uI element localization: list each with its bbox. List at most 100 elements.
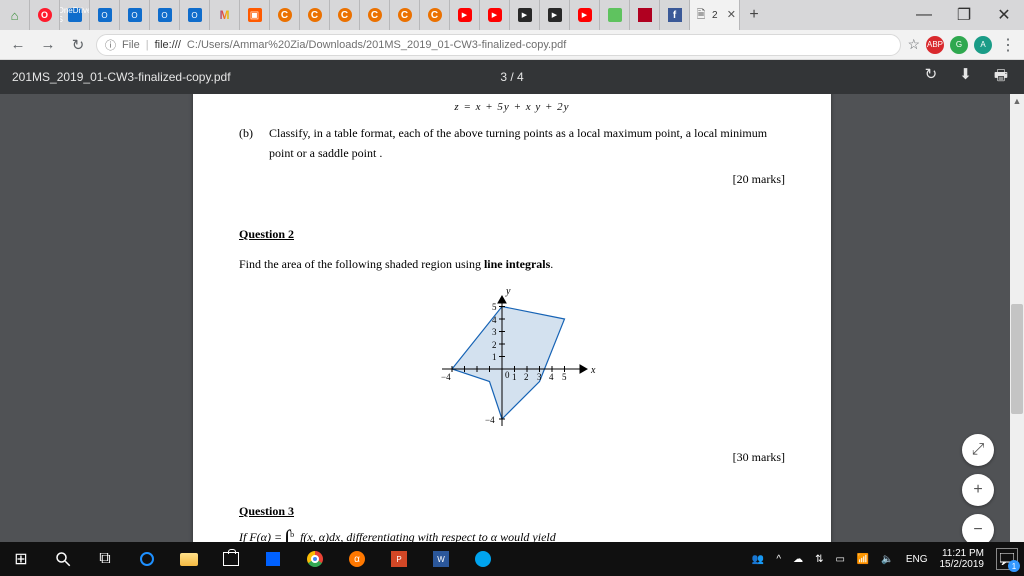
browser-nav-bar: ← → ↻ ⓘ File | file:///C:/Users/Ammar%20… xyxy=(0,30,1024,60)
address-bar[interactable]: ⓘ File | file:///C:/Users/Ammar%20Zia/Do… xyxy=(96,34,901,56)
tab-home[interactable]: ⌂ xyxy=(0,0,30,30)
tab-misc-green[interactable] xyxy=(600,0,630,30)
svg-text:3: 3 xyxy=(537,372,542,382)
q2-text-a: Find the area of the following shaded re… xyxy=(239,257,484,271)
pdf-download-button[interactable]: ⬇ xyxy=(959,65,972,90)
tab-reddit[interactable]: ▣ xyxy=(240,0,270,30)
tab-close-icon[interactable]: ✕ xyxy=(727,8,736,21)
tab-chegg-4[interactable]: C xyxy=(360,0,390,30)
tray-overflow-button[interactable]: ^ xyxy=(776,554,781,565)
onedrive-icon: O xyxy=(188,8,202,22)
tab-onedrive-e[interactable]: O xyxy=(90,0,120,30)
pdf-print-button[interactable]: 🖶 xyxy=(994,65,1008,90)
new-tab-button[interactable]: + xyxy=(740,0,768,30)
svg-text:4: 4 xyxy=(492,315,497,325)
tab-gmail[interactable]: M xyxy=(210,0,240,30)
window-close-button[interactable]: ✕ xyxy=(984,0,1024,30)
taskbar-pin-dropbox[interactable] xyxy=(252,542,294,576)
tab-chegg-5[interactable]: C xyxy=(420,0,450,30)
tab-facebook[interactable]: f xyxy=(660,0,690,30)
taskbar-pin-powerpoint[interactable]: P xyxy=(378,542,420,576)
tab-chegg-2[interactable]: C xyxy=(300,0,330,30)
tab-youtube-2[interactable]: ▶ xyxy=(480,0,510,30)
edge-icon xyxy=(140,552,154,566)
taskbar-pin-word[interactable]: W xyxy=(420,542,462,576)
window-maximize-button[interactable]: ❐ xyxy=(944,0,984,30)
youtube-icon: ▶ xyxy=(578,8,592,22)
tab-youtube-3[interactable]: ▶ xyxy=(570,0,600,30)
nav-back-button[interactable]: ← xyxy=(6,33,30,57)
tab-darkyt-1[interactable]: ▶ xyxy=(540,0,570,30)
tray-people-icon[interactable]: 👥 xyxy=(752,554,764,565)
tab-active-pdf[interactable]: 🗎 2 ✕ xyxy=(690,0,740,30)
pdf-filename: 201MS_2019_01-CW3-finalized-copy.pdf xyxy=(12,70,231,84)
task-view-button[interactable]: ⧉ xyxy=(84,542,126,576)
start-button[interactable]: ⊞ xyxy=(0,542,42,576)
svg-text:−4: −4 xyxy=(441,372,451,382)
tab-chegg-1[interactable]: C xyxy=(270,0,300,30)
pdf-fit-button[interactable]: ⤢ xyxy=(962,434,994,466)
pdf-rotate-button[interactable]: ↻ xyxy=(925,65,938,90)
pdf-viewport: z = x + 5y + x y + 2y (b) Classify, in a… xyxy=(0,94,1024,576)
svg-text:1: 1 xyxy=(492,352,497,362)
svg-text:2: 2 xyxy=(492,340,497,350)
word-icon: W xyxy=(433,551,449,567)
dropbox-icon xyxy=(266,552,280,566)
taskbar-pin-explorer[interactable] xyxy=(168,542,210,576)
profile-avatar-icon[interactable]: A xyxy=(974,36,992,54)
tab-onedrive-e2[interactable]: O xyxy=(180,0,210,30)
tab-opera[interactable]: O xyxy=(30,0,60,30)
site-info-icon[interactable]: ⓘ xyxy=(105,37,116,53)
chegg-icon: C xyxy=(278,8,292,22)
tab-onedrive-s2[interactable]: O xyxy=(150,0,180,30)
browser-menu-button[interactable]: ⋮ xyxy=(998,35,1018,55)
taskbar-clock[interactable]: 11:21 PM 15/2/2019 xyxy=(940,548,985,570)
tray-battery-icon[interactable]: ▭ xyxy=(835,554,844,565)
svg-text:0: 0 xyxy=(505,370,510,380)
chegg-icon: C xyxy=(398,8,412,22)
tray-wifi-icon[interactable]: 📶 xyxy=(857,554,869,565)
pdf-scroll-thumb[interactable] xyxy=(1011,304,1023,414)
nav-forward-button[interactable]: → xyxy=(36,33,60,57)
extension-grammarly-icon[interactable]: G xyxy=(950,36,968,54)
nav-reload-button[interactable]: ↻ xyxy=(66,33,90,57)
tray-volume-icon[interactable]: 🔈 xyxy=(881,554,893,565)
taskbar-search-button[interactable] xyxy=(42,542,84,576)
browser-tab-strip: ⌂ O OneDrive S O O O O M ▣ C C C C C C ▶… xyxy=(0,0,1024,30)
part-b-text: Classify, in a table format, each of the… xyxy=(269,123,785,164)
svg-text:4: 4 xyxy=(549,372,554,382)
taskbar-pin-avast[interactable]: α xyxy=(336,542,378,576)
action-center-button[interactable]: 1 xyxy=(996,548,1018,570)
tab-chegg-3[interactable]: C xyxy=(330,0,360,30)
tray-dropbox-icon[interactable]: ⇅ xyxy=(815,554,823,565)
pdf-page-indicator[interactable]: 3 / 4 xyxy=(500,70,523,84)
svg-text:x: x xyxy=(590,365,596,376)
taskbar-pin-store[interactable] xyxy=(210,542,252,576)
tab-misc-flag[interactable] xyxy=(630,0,660,30)
tray-onedrive-icon[interactable]: ☁ xyxy=(793,554,803,565)
tray-language-indicator[interactable]: ENG xyxy=(906,554,928,565)
tab-onedrive-s[interactable]: OneDrive S xyxy=(60,0,90,30)
svg-text:y: y xyxy=(505,286,511,297)
shaded-region-figure: y x 5 4 3 2 1 0 1 2 3 xyxy=(239,281,785,441)
tab-onedrive-1[interactable]: O xyxy=(120,0,150,30)
taskbar-pin-edge[interactable] xyxy=(126,542,168,576)
taskbar-pin-copilot[interactable] xyxy=(462,542,504,576)
window-minimize-button[interactable]: — xyxy=(904,0,944,30)
pdf-toolbar: 201MS_2019_01-CW3-finalized-copy.pdf 3 /… xyxy=(0,60,1024,94)
system-tray: 👥 ^ ☁ ⇅ ▭ 📶 🔈 ENG 11:21 PM 15/2/2019 1 xyxy=(752,548,1024,570)
extension-abp-icon[interactable]: ABP xyxy=(926,36,944,54)
chegg-icon: C xyxy=(428,8,442,22)
svg-text:5: 5 xyxy=(492,302,497,312)
part-b-label: (b) xyxy=(239,123,253,164)
url-scheme-label: File xyxy=(122,39,140,51)
tab-chegg-f[interactable]: C xyxy=(390,0,420,30)
pdf-zoom-in-button[interactable]: + xyxy=(962,474,994,506)
taskbar-pin-chrome[interactable] xyxy=(294,542,336,576)
tab-darkyt-a[interactable]: ▶ xyxy=(510,0,540,30)
marks-20: [20 marks] xyxy=(239,169,785,189)
bookmark-star-icon[interactable]: ☆ xyxy=(907,36,920,53)
pdf-scroll-up-button[interactable]: ▲ xyxy=(1010,94,1024,108)
svg-text:5: 5 xyxy=(562,372,567,382)
tab-youtube-1[interactable]: ▶ xyxy=(450,0,480,30)
